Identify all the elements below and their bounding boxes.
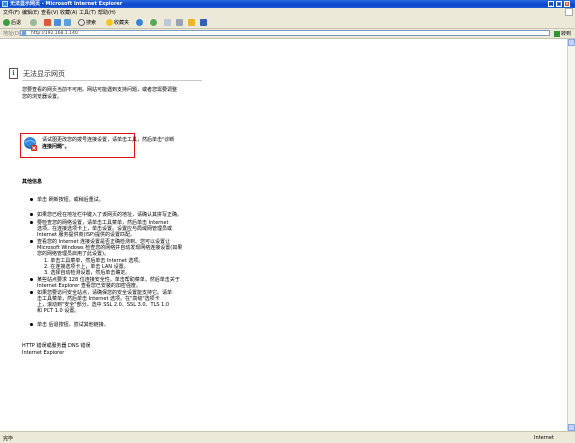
print-button[interactable] xyxy=(176,18,184,26)
bullet-security-line-4: 和 PCT 1.0 设置。 xyxy=(37,308,80,314)
browser-window: 无法显示网页 - Microsoft Internet Explorer _ □… xyxy=(0,0,575,443)
bullet-dot xyxy=(30,291,33,294)
intro-line-2: 您的浏览器设置。 xyxy=(22,94,63,100)
home-button[interactable] xyxy=(64,18,72,26)
mail-icon xyxy=(164,18,171,26)
star-icon xyxy=(106,18,113,26)
forward-button[interactable] xyxy=(30,18,38,26)
address-input[interactable]: http://192.168.1.140 xyxy=(20,30,550,36)
mail-button[interactable] xyxy=(164,18,172,26)
bullet-settings-line-3: Internet 服务提供商(ISP)提供的设置匹配。 xyxy=(37,232,136,238)
back-arrow-icon xyxy=(3,18,10,26)
history-button[interactable] xyxy=(150,18,158,26)
go-arrow-icon xyxy=(554,30,560,37)
bullet-spelling: 如果您已经在地址栏中键入了该网页的地址，请确认其拼写正确。 xyxy=(30,212,182,218)
more-info-heading: 其他信息 xyxy=(22,179,43,185)
media-icon xyxy=(136,18,143,26)
bullet-dot xyxy=(30,240,33,243)
menu-bar: 文件(F) 编辑(E) 查看(V) 收藏(A) 工具(T) 帮助(H) xyxy=(0,8,575,16)
callout-line-1: 请试图更改您的拨号连接设置，请单击工具，然后单击"诊断 xyxy=(42,137,175,143)
bullet-refresh: 单击 刷新按钮，或稍后重试。 xyxy=(30,197,104,203)
network-diagnose-icon xyxy=(24,137,37,151)
bullet-dot xyxy=(30,198,33,201)
windows-logo-icon xyxy=(565,8,573,16)
window-title: 无法显示网页 - Microsoft Internet Explorer xyxy=(10,1,123,7)
status-zone: Internet xyxy=(534,435,554,441)
intro-line-1: 您要查看的网页当前不可用。网站可能遇到支持问题，或者您需要调整 xyxy=(22,87,178,93)
status-bar: 完毕 Internet xyxy=(0,431,575,443)
title-bar: 无法显示网页 - Microsoft Internet Explorer _ □… xyxy=(0,0,575,8)
maximize-button[interactable]: □ xyxy=(556,1,562,7)
favorites-button[interactable]: 收藏夹 xyxy=(106,18,129,26)
callout-line-2: 连接问题"。 xyxy=(42,144,70,150)
messenger-icon xyxy=(200,18,207,26)
heading-divider xyxy=(22,80,202,81)
home-icon xyxy=(64,18,71,26)
bullet-encryption-line-2: Internet Explorer 查看您已安装的加密强度。 xyxy=(37,283,141,289)
scroll-up-button[interactable] xyxy=(568,39,575,46)
bullet-dot xyxy=(30,213,33,216)
edit-icon xyxy=(188,18,195,26)
search-icon xyxy=(78,18,85,26)
search-button[interactable]: 搜索 xyxy=(78,18,96,26)
bullet-back: 单击 后退按钮，尝试其他链接。 xyxy=(30,322,109,328)
page-content: i 无法显示网页 您要查看的网页当前不可用。网站可能遇到支持问题，或者您需要调整… xyxy=(0,39,567,431)
info-icon: i xyxy=(9,68,18,79)
ie-app-icon xyxy=(2,1,8,7)
bullet-dot xyxy=(30,278,33,281)
bullet-detect-line-3: 您的网络管理员启用了此设置)。 xyxy=(37,251,109,257)
messenger-button[interactable] xyxy=(200,18,208,26)
media-button[interactable] xyxy=(136,18,144,26)
stop-icon xyxy=(44,18,51,26)
error-type-line: HTTP 错误或服务器 DNS 错误 xyxy=(22,343,91,349)
print-icon xyxy=(176,18,183,26)
menu-favorites[interactable]: 收藏(A) xyxy=(60,9,77,16)
page-icon xyxy=(22,31,26,35)
status-text: 完毕 xyxy=(3,436,14,442)
toolbar: 后退 搜索 收藏夹 xyxy=(0,16,575,29)
edit-button[interactable] xyxy=(188,18,196,26)
back-button[interactable]: 后退 xyxy=(3,18,21,26)
refresh-button[interactable] xyxy=(54,18,62,26)
minimize-button[interactable]: _ xyxy=(548,1,554,7)
address-bar: 地址(D) http://192.168.1.140 转到 xyxy=(0,29,575,39)
go-button[interactable]: 转到 xyxy=(554,30,571,37)
menu-edit[interactable]: 编辑(E) xyxy=(22,9,39,16)
history-icon xyxy=(150,18,157,26)
bullet-dot xyxy=(30,221,33,224)
stop-button[interactable] xyxy=(44,18,52,26)
address-label: 地址(D) xyxy=(3,31,21,37)
browser-name-line: Internet Explorer xyxy=(22,350,65,356)
menu-view[interactable]: 查看(V) xyxy=(41,9,58,16)
step-3: 3. 选择自动检测设置，然后单击确定。 xyxy=(44,270,131,276)
scroll-down-button[interactable] xyxy=(568,424,575,431)
close-button[interactable]: × xyxy=(564,1,570,7)
menu-help[interactable]: 帮助(H) xyxy=(98,9,116,16)
menu-file[interactable]: 文件(F) xyxy=(3,9,20,16)
page-heading: 无法显示网页 xyxy=(23,70,65,78)
vertical-scrollbar[interactable] xyxy=(567,39,575,431)
refresh-icon xyxy=(54,18,61,26)
bullet-dot xyxy=(30,323,33,326)
menu-tools[interactable]: 工具(T) xyxy=(79,9,96,16)
forward-arrow-icon xyxy=(30,18,37,26)
